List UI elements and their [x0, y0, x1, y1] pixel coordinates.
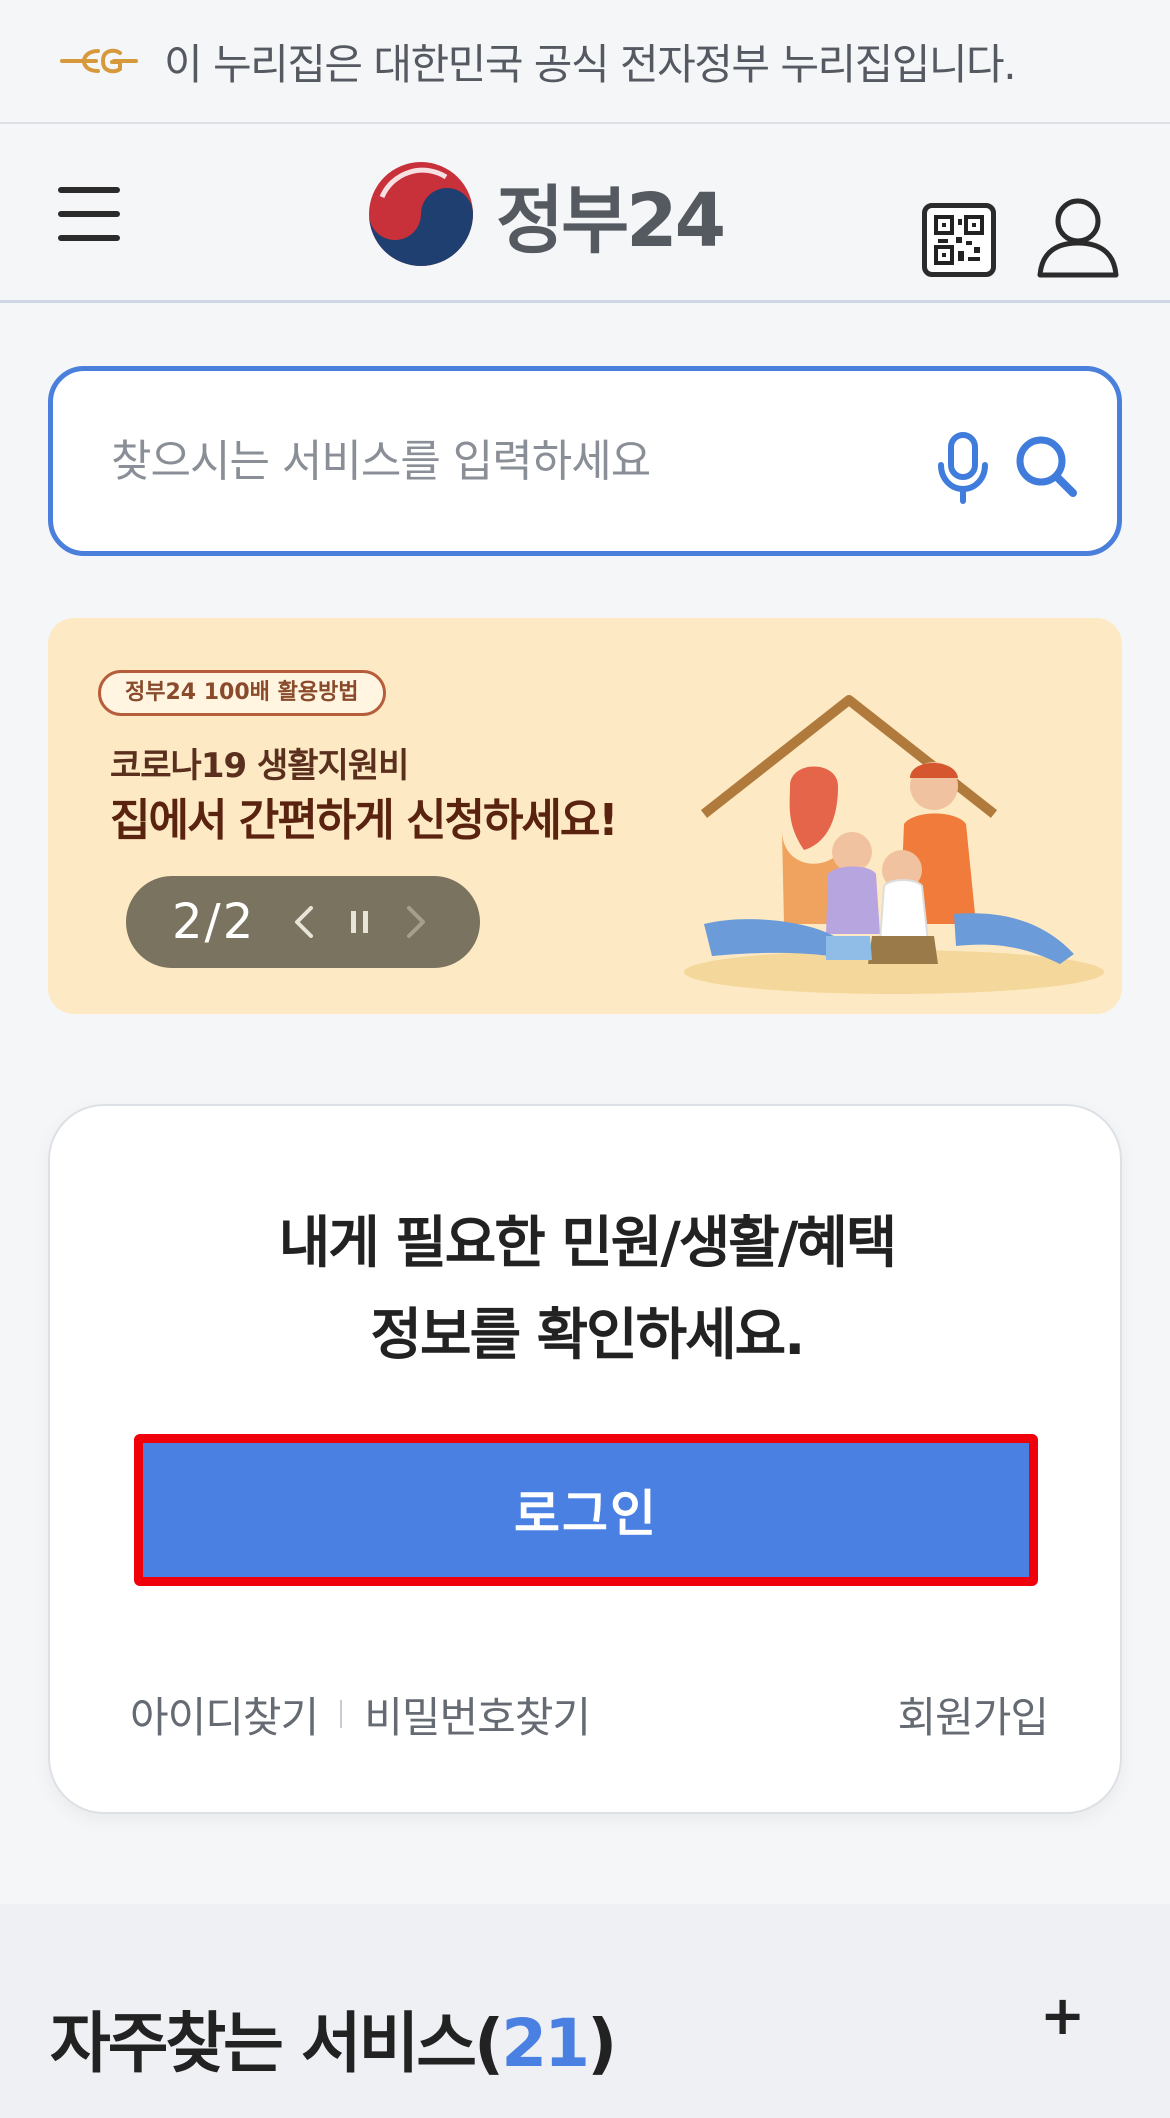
search-icon[interactable]: [1011, 431, 1081, 501]
banner-subtitle: 코로나19 생활지원비: [110, 746, 409, 786]
login-card: 내게 필요한 민원/생활/혜택 정보를 확인하세요. 로그인 아이디찾기 비밀번…: [48, 1104, 1122, 1814]
family-house-illustration: [684, 695, 1104, 994]
slide-controls: 2/2: [126, 876, 480, 968]
banner-tag: 정부24 100배 활용방법: [98, 670, 386, 716]
frequent-services-count: 21: [501, 2005, 590, 2082]
taegeuk-logo-icon: [369, 162, 473, 266]
signup-link[interactable]: 회원가입: [897, 1684, 1049, 1745]
eg-emblem-icon: [60, 48, 138, 74]
gov24-logo[interactable]: 정부24: [364, 157, 726, 271]
microphone-icon[interactable]: [933, 431, 993, 507]
frequent-services-open-paren: (: [474, 2005, 504, 2082]
banner-headline: 집에서 간편하게 신청하세요!: [110, 795, 618, 846]
hamburger-menu-icon[interactable]: [58, 187, 120, 243]
find-password-link[interactable]: 비밀번호찾기: [364, 1684, 591, 1745]
next-slide-icon[interactable]: [388, 894, 444, 950]
user-icon[interactable]: [1036, 197, 1120, 279]
link-divider: [340, 1700, 343, 1728]
app-header: 정부24: [0, 125, 1170, 303]
frequent-services-label: 자주찾는 서비스: [50, 2005, 477, 2082]
frequent-services-title: 자주찾는 서비스(21): [50, 1990, 617, 2086]
account-links: 아이디찾기 비밀번호찾기 회원가입: [130, 1684, 1049, 1745]
pause-icon[interactable]: [332, 894, 388, 950]
qr-code-icon[interactable]: [922, 203, 996, 277]
promo-banner[interactable]: 정부24 100배 활용방법 코로나19 생활지원비 집에서 간편하게 신청하세…: [48, 618, 1122, 1014]
login-message: 내게 필요한 민원/생활/혜택 정보를 확인하세요.: [50, 1198, 1124, 1382]
login-message-line1: 내게 필요한 민원/생활/혜택: [278, 1211, 898, 1276]
gov-banner-text: 이 누리집은 대한민국 공식 전자정부 누리집입니다.: [164, 39, 1017, 89]
prev-slide-icon[interactable]: [276, 894, 332, 950]
find-id-link[interactable]: 아이디찾기: [130, 1684, 319, 1745]
frequent-services-section: 자주찾는 서비스(21) +: [0, 1904, 1170, 2118]
login-message-line2: 정보를 확인하세요.: [370, 1303, 806, 1368]
slide-counter: 2/2: [172, 894, 256, 950]
login-button[interactable]: 로그인: [134, 1434, 1038, 1586]
search-box: [48, 366, 1122, 556]
expand-plus-icon[interactable]: +: [1040, 1984, 1085, 2047]
search-input[interactable]: [111, 423, 871, 499]
frequent-services-close-paren: ): [587, 2005, 617, 2082]
gov-official-banner: 이 누리집은 대한민국 공식 전자정부 누리집입니다.: [0, 0, 1170, 124]
logo-text: 정부24: [496, 177, 726, 264]
